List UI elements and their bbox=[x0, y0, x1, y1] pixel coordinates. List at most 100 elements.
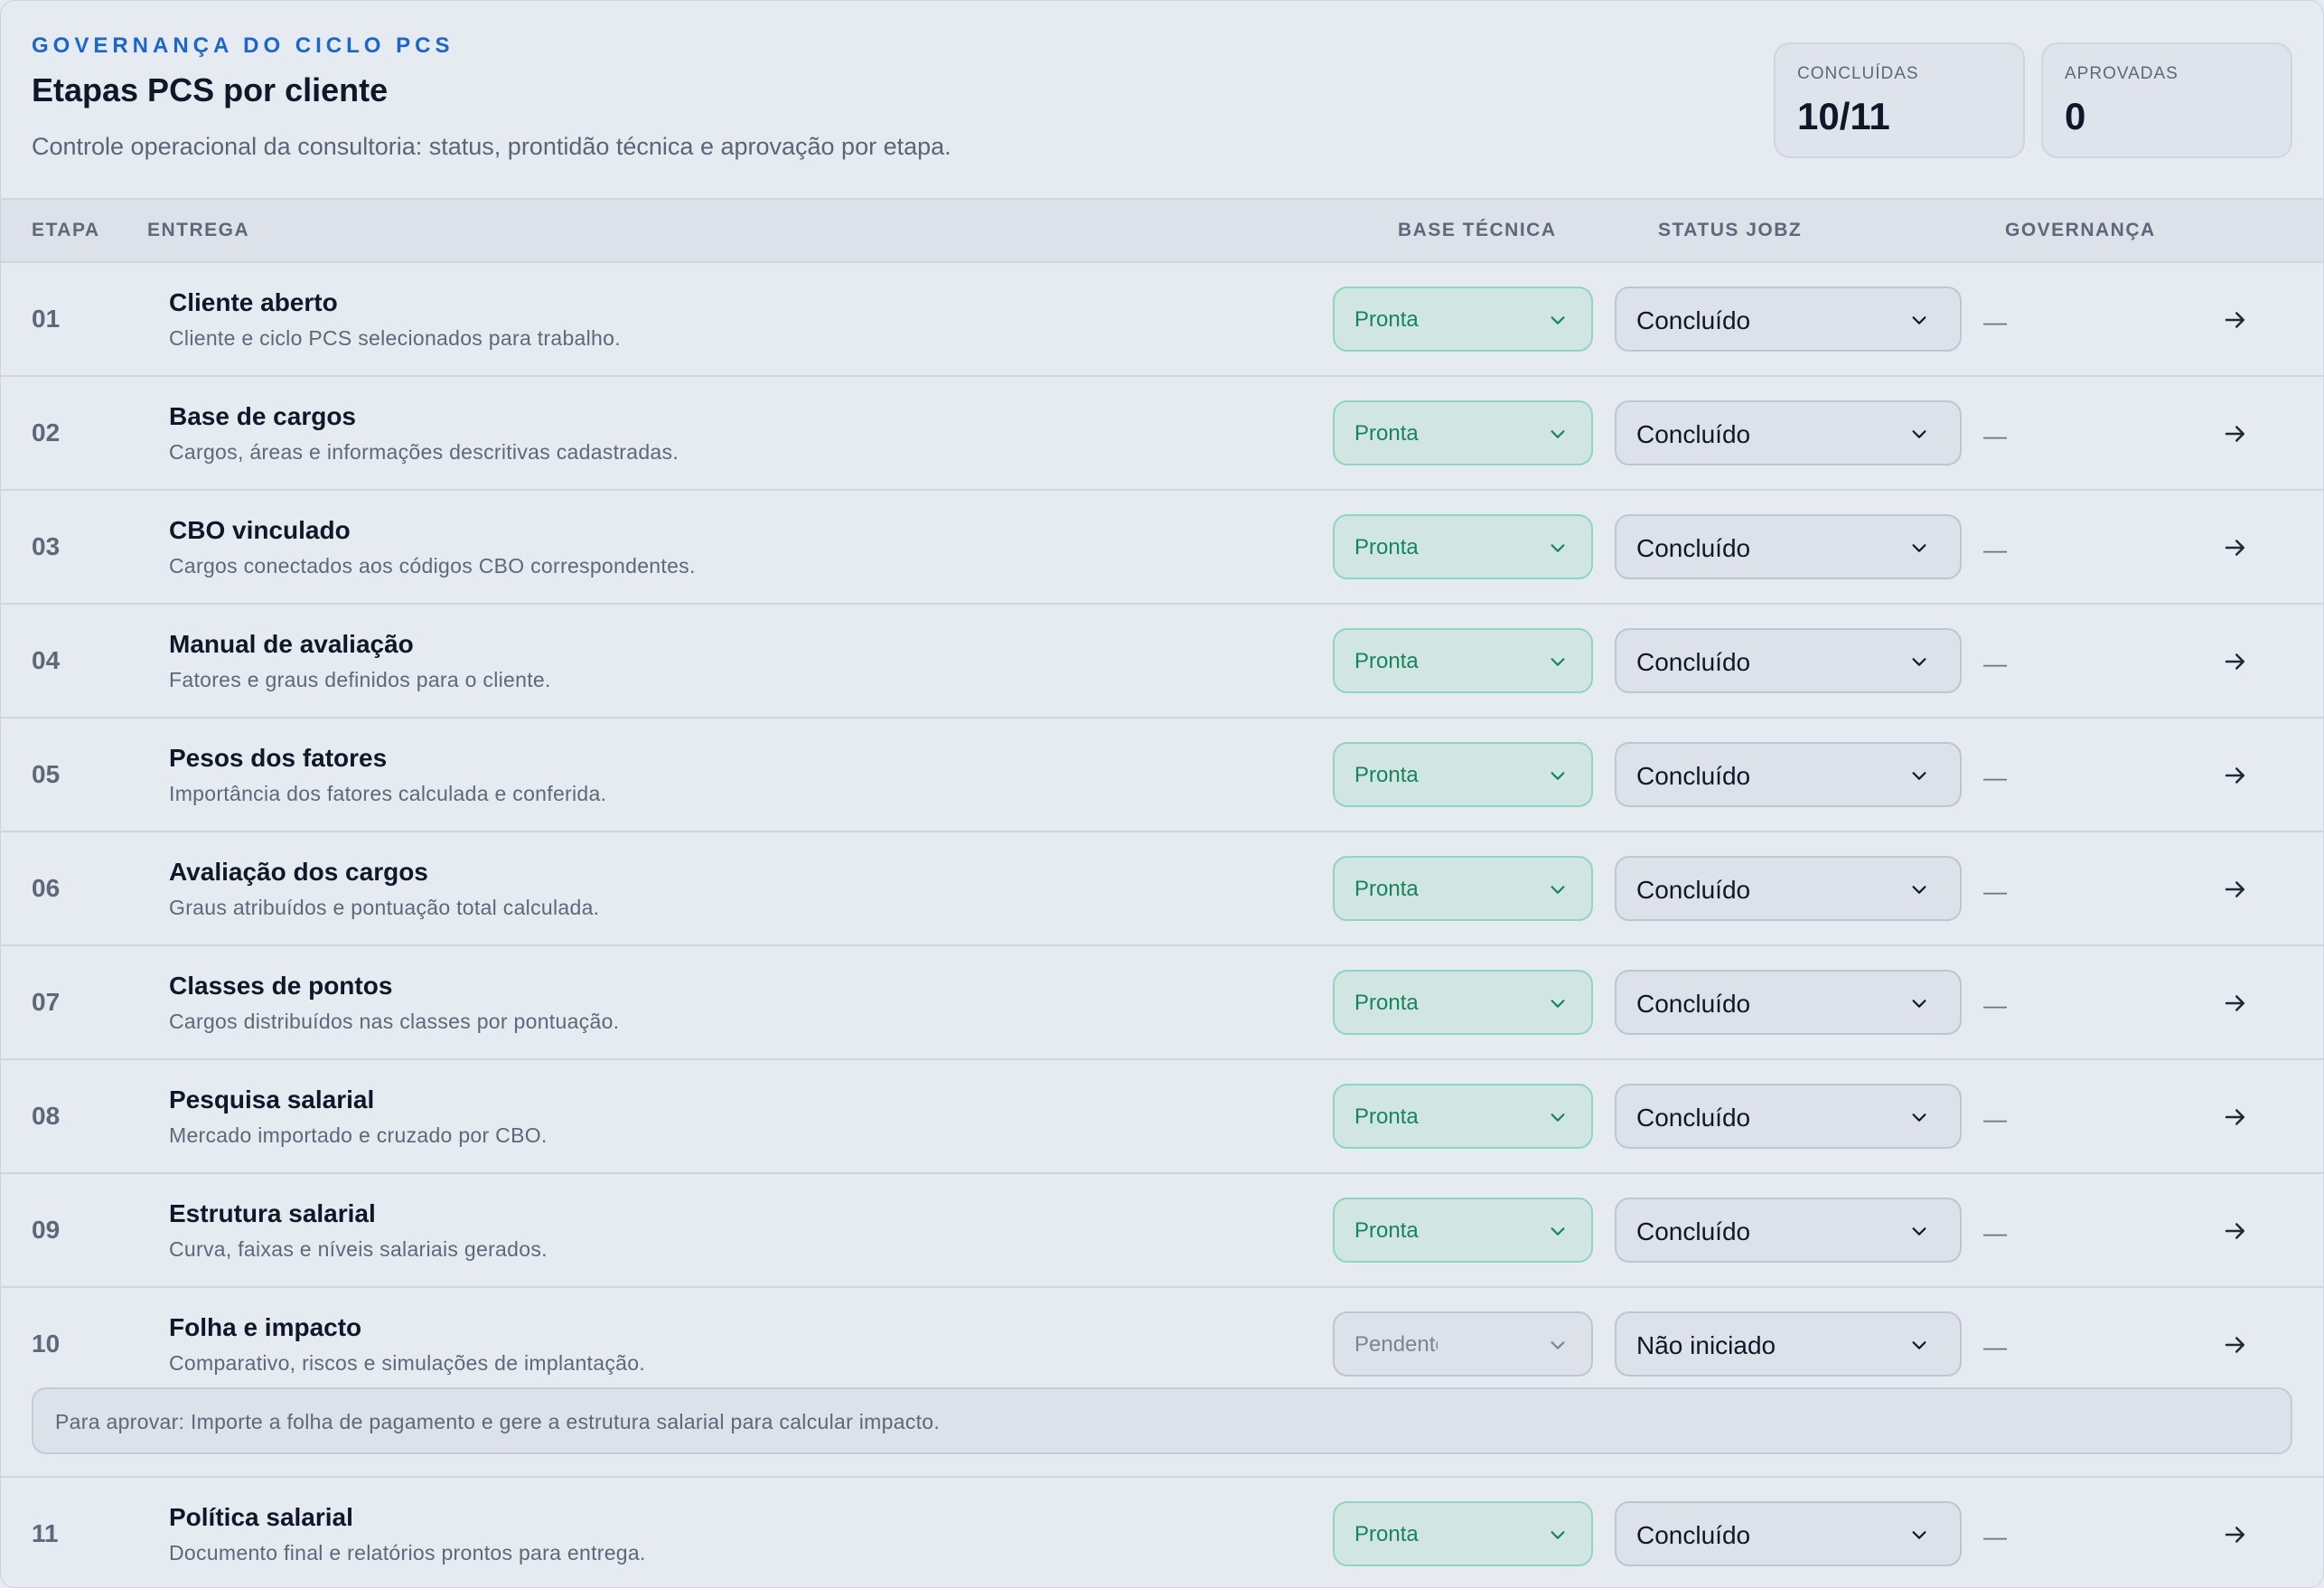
step-description: Cliente e ciclo PCS selecionados para tr… bbox=[169, 326, 621, 350]
select-value: Pronta bbox=[1354, 991, 1419, 1015]
base-tecnica-select[interactable]: Pronta bbox=[1333, 970, 1593, 1035]
base-tecnica-select[interactable]: Pronta bbox=[1333, 514, 1593, 579]
step-description: Fatores e graus definidos para o cliente… bbox=[169, 668, 551, 691]
chevron-down-icon bbox=[1912, 1000, 1926, 1008]
status-jobz-select[interactable]: Concluído bbox=[1615, 1084, 1962, 1149]
status-jobz-select[interactable]: Não iniciado bbox=[1615, 1311, 1962, 1377]
select-value: Concluído bbox=[1636, 876, 1751, 904]
status-jobz-select[interactable]: Concluído bbox=[1615, 1501, 1962, 1566]
base-tecnica-select[interactable]: Pronta bbox=[1333, 628, 1593, 693]
arrow-right-icon[interactable] bbox=[2222, 1217, 2249, 1245]
page-subtitle: Controle operacional da consultoria: sta… bbox=[32, 133, 951, 160]
table-row: 08 Pesquisa salarial Mercado importado e… bbox=[1, 1060, 2323, 1174]
base-tecnica-select[interactable]: Pronta bbox=[1333, 1084, 1593, 1149]
step-description: Graus atribuídos e pontuação total calcu… bbox=[169, 896, 600, 919]
select-value: Pendente bbox=[1354, 1332, 1438, 1357]
step-number: 05 bbox=[32, 760, 61, 788]
arrow-right-icon[interactable] bbox=[2222, 876, 2249, 903]
select-value: Concluído bbox=[1636, 306, 1751, 334]
step-description: Documento final e relatórios prontos par… bbox=[169, 1541, 646, 1565]
select-value: Concluído bbox=[1636, 1104, 1751, 1132]
select-value: Pronta bbox=[1354, 421, 1419, 446]
step-name: Política salarial bbox=[169, 1503, 353, 1531]
chevron-down-icon bbox=[1912, 1531, 1926, 1539]
step-name: Avaliação dos cargos bbox=[169, 858, 428, 886]
status-jobz-select[interactable]: Concluído bbox=[1615, 400, 1962, 465]
step-description: Curva, faixas e níveis salariais gerados… bbox=[169, 1237, 548, 1261]
chevron-down-icon bbox=[1551, 1227, 1565, 1236]
base-tecnica-select[interactable]: Pronta bbox=[1333, 287, 1593, 352]
chevron-down-icon bbox=[1912, 316, 1926, 324]
step-description: Comparativo, riscos e simulações de impl… bbox=[169, 1351, 646, 1375]
select-value: Concluído bbox=[1636, 648, 1751, 676]
select-value: Concluído bbox=[1636, 534, 1751, 562]
base-tecnica-select[interactable]: Pronta bbox=[1333, 1501, 1593, 1566]
arrow-right-icon[interactable] bbox=[2222, 990, 2249, 1017]
table-header: ETAPA ENTREGA BASE TÉCNICA STATUS JOBZ G… bbox=[1, 200, 2323, 263]
step-number: 08 bbox=[32, 1102, 61, 1130]
base-tecnica-select[interactable]: Pronta bbox=[1333, 856, 1593, 921]
arrow-right-icon[interactable] bbox=[2222, 534, 2249, 561]
arrow-right-icon[interactable] bbox=[2222, 1521, 2249, 1548]
step-description: Mercado importado e cruzado por CBO. bbox=[169, 1123, 548, 1147]
table-row: 03 CBO vinculado Cargos conectados aos c… bbox=[1, 491, 2323, 605]
arrow-right-icon[interactable] bbox=[2222, 306, 2249, 334]
step-name: Folha e impacto bbox=[169, 1313, 362, 1341]
status-jobz-select[interactable]: Concluído bbox=[1615, 742, 1962, 807]
page-title: Etapas PCS por cliente bbox=[32, 71, 389, 108]
step-number: 11 bbox=[32, 1519, 59, 1547]
table-body: 01 Cliente aberto Cliente e ciclo PCS se… bbox=[1, 263, 2323, 1587]
step-number: 09 bbox=[32, 1216, 61, 1244]
base-tecnica-select[interactable]: Pronta bbox=[1333, 400, 1593, 465]
chevron-down-icon bbox=[1551, 430, 1565, 438]
column-header-base-tecnica: BASE TÉCNICA bbox=[1398, 220, 1557, 240]
governance-value: — bbox=[1983, 1219, 2007, 1246]
chevron-down-icon bbox=[1912, 772, 1926, 780]
arrow-right-icon[interactable] bbox=[2222, 1331, 2249, 1358]
chevron-down-icon bbox=[1551, 544, 1565, 552]
step-name: Cliente aberto bbox=[169, 288, 338, 316]
chevron-down-icon bbox=[1912, 658, 1926, 666]
select-value: Concluído bbox=[1636, 1217, 1751, 1245]
stat-label: CONCLUÍDAS bbox=[1797, 64, 1919, 83]
status-jobz-select[interactable]: Concluído bbox=[1615, 856, 1962, 921]
status-jobz-select[interactable]: Concluído bbox=[1615, 628, 1962, 693]
arrow-right-icon[interactable] bbox=[2222, 1104, 2249, 1131]
step-description: Importância dos fatores calculada e conf… bbox=[169, 782, 607, 805]
arrow-right-icon[interactable] bbox=[2222, 762, 2249, 789]
column-header-governanca: GOVERNANÇA bbox=[2005, 220, 2156, 240]
governance-value: — bbox=[1983, 422, 2007, 449]
select-value: Pronta bbox=[1354, 877, 1419, 901]
base-tecnica-select[interactable]: Pronta bbox=[1333, 742, 1593, 807]
base-tecnica-select[interactable]: Pronta bbox=[1333, 1198, 1593, 1263]
step-name: Manual de avaliação bbox=[169, 630, 414, 658]
column-header-status-jobz: STATUS JOBZ bbox=[1658, 220, 1803, 240]
chevron-down-icon bbox=[1912, 544, 1926, 552]
base-tecnica-select[interactable]: Pendente bbox=[1333, 1311, 1593, 1377]
table-row: 07 Classes de pontos Cargos distribuídos… bbox=[1, 946, 2323, 1060]
chevron-down-icon bbox=[1551, 658, 1565, 666]
arrow-right-icon[interactable] bbox=[2222, 420, 2249, 447]
table-row: 04 Manual de avaliação Fatores e graus d… bbox=[1, 605, 2323, 719]
column-header-entrega: ENTREGA bbox=[147, 220, 250, 240]
stat-value: 0 bbox=[2065, 95, 2086, 137]
step-number: 06 bbox=[32, 874, 61, 902]
status-jobz-select[interactable]: Concluído bbox=[1615, 514, 1962, 579]
step-number: 04 bbox=[32, 646, 61, 674]
table-row: 06 Avaliação dos cargos Graus atribuídos… bbox=[1, 832, 2323, 946]
status-jobz-select[interactable]: Concluído bbox=[1615, 970, 1962, 1035]
chevron-down-icon bbox=[1551, 1113, 1565, 1122]
governance-value: — bbox=[1983, 308, 2007, 335]
status-jobz-select[interactable]: Concluído bbox=[1615, 287, 1962, 352]
step-number: 03 bbox=[32, 532, 61, 560]
select-value: Pronta bbox=[1354, 535, 1419, 559]
chevron-down-icon bbox=[1912, 1227, 1926, 1236]
step-description: Cargos, áreas e informações descritivas … bbox=[169, 440, 679, 464]
table-row: 09 Estrutura salarial Curva, faixas e ní… bbox=[1, 1174, 2323, 1288]
arrow-right-icon[interactable] bbox=[2222, 648, 2249, 675]
governance-value: — bbox=[1983, 650, 2007, 677]
chevron-down-icon bbox=[1912, 886, 1926, 894]
chevron-down-icon bbox=[1912, 1113, 1926, 1122]
governance-panel: GOVERNANÇA DO CICLO PCS Etapas PCS por c… bbox=[0, 0, 2324, 1588]
status-jobz-select[interactable]: Concluído bbox=[1615, 1198, 1962, 1263]
